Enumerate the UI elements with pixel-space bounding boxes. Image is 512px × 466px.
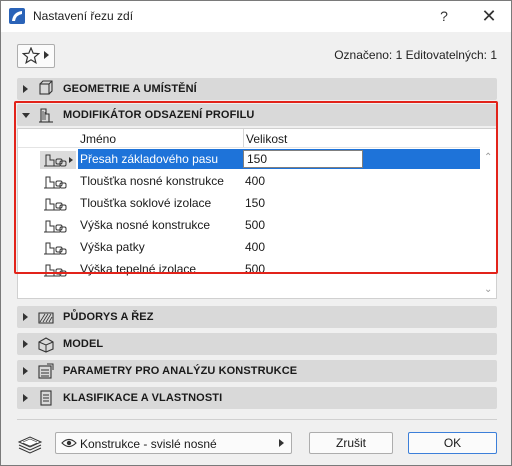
- star-icon: [22, 47, 40, 64]
- expand-arrow-icon: [23, 313, 28, 321]
- panel-analysis-label: PARAMETRY PRO ANALÝZU KONSTRUKCE: [63, 365, 298, 377]
- highlight-frame: [14, 101, 498, 274]
- dialog-window: Nastavení řezu zdí ? ✕ Označeno: 1 Edito…: [0, 0, 512, 466]
- help-button[interactable]: ?: [421, 1, 467, 32]
- window-title: Nastavení řezu zdí: [33, 9, 134, 23]
- expand-arrow-icon: [23, 85, 28, 93]
- favorites-button[interactable]: [17, 44, 55, 68]
- panel-model[interactable]: MODEL: [17, 333, 497, 355]
- panel-floorplan-label: PŮDORYS A ŘEZ: [63, 311, 154, 323]
- panel-model-label: MODEL: [63, 338, 104, 350]
- cancel-button[interactable]: Zrušit: [309, 432, 393, 454]
- ok-button[interactable]: OK: [408, 432, 497, 454]
- expand-arrow-icon: [23, 367, 28, 375]
- close-button[interactable]: ✕: [467, 1, 511, 32]
- classification-icon: [40, 390, 52, 406]
- floorplan-icon: [38, 312, 54, 324]
- footer-divider: [17, 419, 497, 420]
- model-icon: [38, 337, 54, 353]
- layer-select-value: Konstrukce - svislé nosné: [80, 437, 217, 451]
- selection-info: Označeno: 1 Editovatelných: 1: [334, 48, 497, 62]
- panel-classification-label: KLASIFIKACE A VLASTNOSTI: [63, 392, 223, 404]
- dropdown-arrow-icon: [279, 439, 284, 447]
- analysis-icon: [38, 363, 54, 379]
- panel-floorplan[interactable]: PŮDORYS A ŘEZ: [17, 306, 497, 328]
- geometry-icon: [39, 80, 53, 95]
- title-bar: Nastavení řezu zdí ? ✕: [1, 1, 511, 32]
- panel-geometry[interactable]: GEOMETRIE A UMÍSTĚNÍ: [17, 78, 497, 100]
- layers-icon: [17, 436, 43, 454]
- panel-analysis[interactable]: PARAMETRY PRO ANALÝZU KONSTRUKCE: [17, 360, 497, 382]
- expand-arrow-icon: [23, 394, 28, 402]
- panel-geometry-label: GEOMETRIE A UMÍSTĚNÍ: [63, 83, 197, 95]
- scroll-down-icon[interactable]: ⌄: [484, 284, 492, 295]
- layer-select[interactable]: Konstrukce - svislé nosné: [55, 432, 292, 454]
- favorites-arrow-icon: [44, 51, 49, 59]
- eye-icon: [61, 438, 77, 448]
- expand-arrow-icon: [23, 340, 28, 348]
- panel-classification[interactable]: KLASIFIKACE A VLASTNOSTI: [17, 387, 497, 409]
- archicad-app-icon: [9, 8, 25, 24]
